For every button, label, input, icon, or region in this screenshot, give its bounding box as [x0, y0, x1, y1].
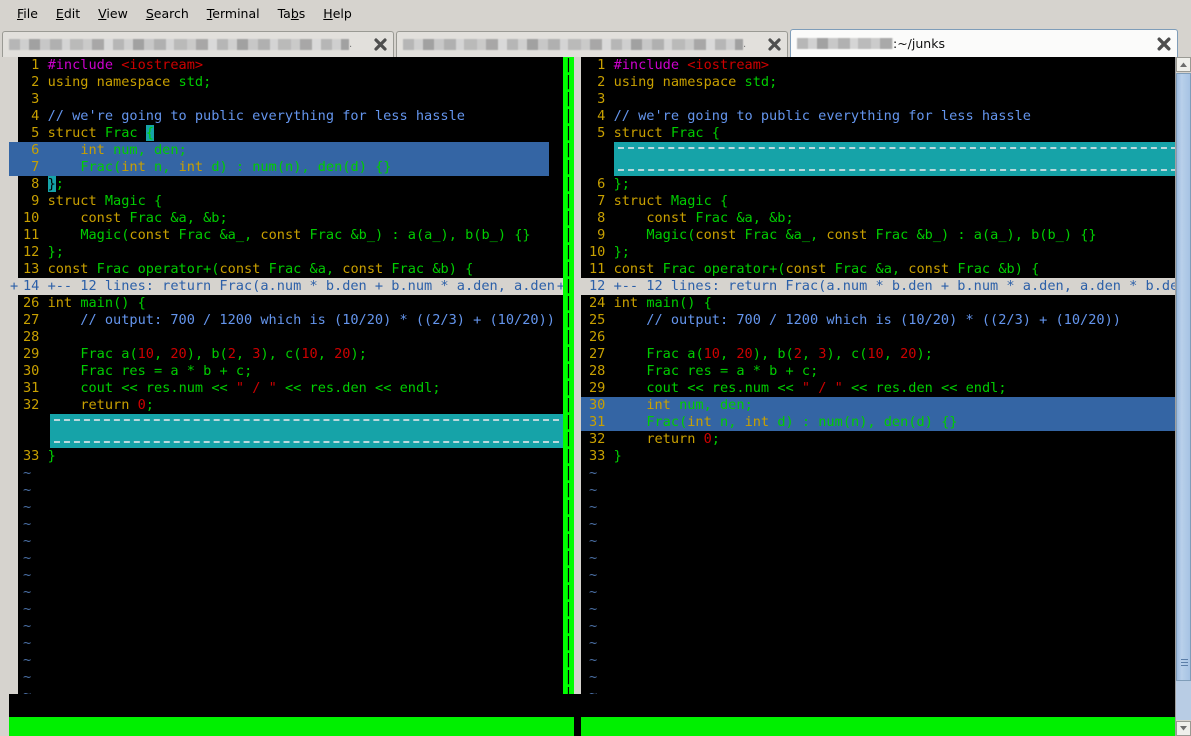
close-icon[interactable] — [371, 36, 389, 54]
close-icon[interactable] — [1155, 35, 1173, 53]
status-line-left: madorder.cpp 8,1 All — [9, 717, 572, 736]
right-code-lines: 1 #include <iostream> 2 using namespace … — [581, 57, 1181, 694]
window-scrollbar[interactable] — [1175, 57, 1191, 736]
menu-item-tabs[interactable]: Tabs — [269, 4, 315, 23]
tab-title-redacted — [797, 38, 893, 49]
vim-window-right[interactable]: 1 #include <iostream> 2 using namespace … — [581, 57, 1181, 694]
scrollbar-grip — [1181, 659, 1188, 666]
paste-highlight-block — [614, 142, 1181, 176]
tab-title-label: :~/junks — [893, 36, 945, 51]
terminal-tab-2[interactable]: . — [396, 31, 788, 57]
terminal-surface[interactable]: 1 #include <iostream> 2 using namespace … — [0, 57, 1191, 736]
scrollbar-thumb[interactable] — [1176, 73, 1191, 681]
scroll-up-button[interactable] — [1176, 57, 1191, 72]
menu-item-terminal[interactable]: Terminal — [198, 4, 269, 23]
menu-item-edit[interactable]: Edit — [47, 4, 89, 23]
terminal-tab-3-active[interactable]: :~/junks — [790, 29, 1178, 57]
tab-title-redacted — [9, 39, 349, 50]
menu-bar: File Edit View Search Terminal Tabs Help — [0, 0, 1191, 27]
status-line-right: madorder2.cpp 6,1 All — [581, 717, 1181, 736]
vertical-split-separator[interactable]: | | | | | | | | | | | | | | | | | | | | | | | | | | | | | | | | | | | | | | — [563, 57, 581, 694]
status-separator — [563, 717, 581, 736]
menu-item-view[interactable]: View — [89, 4, 137, 23]
scrollbar-track[interactable] — [1176, 73, 1191, 720]
close-icon[interactable] — [765, 36, 783, 54]
tab-bar: . . :~/junks — [0, 27, 1191, 57]
menu-item-file[interactable]: File — [8, 4, 47, 23]
menu-item-search[interactable]: Search — [137, 4, 198, 23]
terminal-tab-1[interactable]: . — [2, 31, 394, 57]
menu-item-help[interactable]: Help — [314, 4, 361, 23]
left-code-lines: 1 #include <iostream> 2 using namespace … — [9, 57, 572, 694]
tab-title-redacted — [403, 39, 743, 50]
vim-window-left[interactable]: 1 #include <iostream> 2 using namespace … — [9, 57, 572, 694]
scroll-down-button[interactable] — [1176, 721, 1191, 736]
split-bar-column: | | | | | | | | | | | | | | | | | | | | | | | | | | | | | | | | | | | | | | — [563, 57, 574, 694]
paste-highlight-block — [50, 414, 563, 448]
